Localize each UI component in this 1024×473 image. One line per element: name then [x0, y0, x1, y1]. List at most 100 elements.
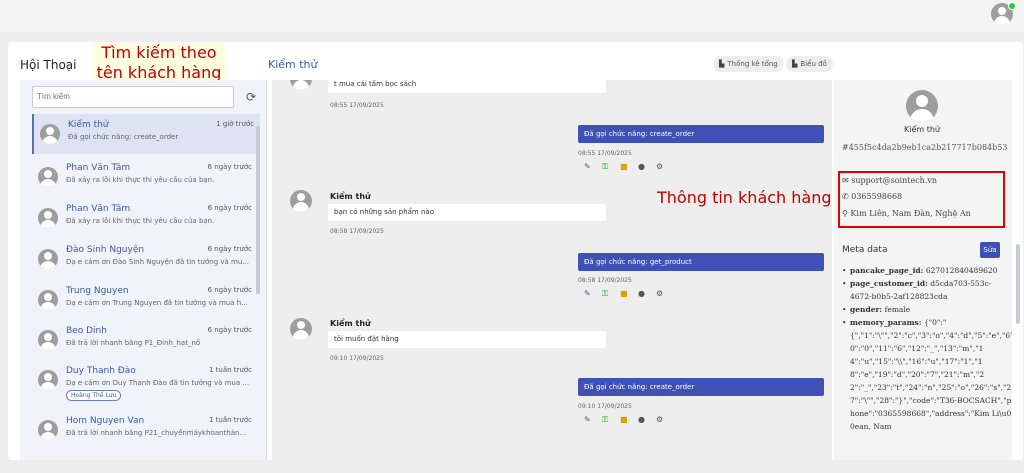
sidebar-scrollbar[interactable] — [256, 126, 260, 294]
conversation-name: Duy Thanh Đào — [66, 366, 136, 376]
message-time: 08:58 17/09/2025 — [578, 277, 632, 284]
stats-button-label: Thống kê tổng — [727, 60, 778, 68]
conversation-title: Kiểm thử — [268, 58, 318, 71]
message-time: 08:55 17/09/2025 — [330, 102, 384, 109]
avatar — [290, 80, 312, 90]
chat-panel: t mua cái tấm bọc sách 08:55 17/09/2025 … — [272, 80, 832, 460]
bar-chart-icon: ▙ — [792, 60, 798, 68]
page-title: Hội Thoại — [20, 58, 77, 72]
meta-item: page_customer_id: d5cda703-553c-4672-b0b… — [842, 277, 1012, 303]
chart-button[interactable]: ▙ Biểu đồ — [786, 56, 833, 72]
conversation-list: ⟳ Kiểm thử 1 giờ trước Đã gọi chức năng:… — [20, 80, 267, 460]
meta-value: female — [884, 305, 911, 314]
key-icon[interactable]: ⚿ — [602, 415, 620, 425]
assignee-tag: Hoàng Thế Lưu — [66, 390, 122, 401]
stats-button[interactable]: ▙ Thống kê tổng — [713, 56, 784, 72]
conversation-preview: Dạ e cảm ơn Trung Nguyen đã tin tưởng và… — [66, 299, 248, 307]
conversation-item[interactable]: Kiểm thử 1 giờ trước Đã gọi chức năng: c… — [32, 114, 260, 154]
message-time: 08:58 17/09/2025 — [330, 228, 384, 235]
conversation-time: 6 ngày trước — [207, 204, 252, 212]
conversation-item[interactable]: Duy Thanh Đào 1 tuần trước Dạ e cảm ơn D… — [32, 360, 258, 406]
avatar — [38, 420, 58, 440]
gear-icon[interactable]: ⚙ — [656, 289, 674, 298]
conversation-preview: Đã trả lời nhanh bằng P1_Đinh_hạt_nổ — [66, 339, 201, 347]
customer-name: Kiểm thử — [903, 125, 940, 134]
bot-message-bubble: Đã gọi chức năng: get_product — [578, 253, 824, 271]
meta-key: gender: — [850, 305, 883, 314]
chat-icon[interactable]: ● — [638, 289, 656, 298]
conversation-name: Đào Sinh Nguyện — [66, 245, 145, 255]
meta-list: pancake_page_id: 627012840489620 page_cu… — [842, 264, 1012, 433]
avatar — [38, 290, 58, 310]
customer-avatar — [906, 90, 938, 122]
meta-title: Meta data — [842, 245, 888, 255]
gear-icon[interactable]: ⚙ — [656, 162, 674, 171]
top-bar — [0, 0, 1024, 32]
conversation-name: Trung Nguyen — [66, 286, 129, 296]
message-time: 09:10 17/09/2025 — [330, 355, 384, 362]
avatar — [38, 370, 58, 390]
meta-item: memory_params: {"0":"{","1":"\"","2":"c"… — [842, 316, 1012, 433]
trash-icon[interactable]: ■ — [620, 289, 638, 298]
message-actions: ✎ ⚿ ■ ● ⚙ — [584, 162, 674, 172]
conversation-preview: Đã trả lời nhanh bằng P21_chuyểnmáykhoan… — [66, 429, 247, 437]
trash-icon[interactable]: ■ — [620, 162, 638, 171]
conversation-item[interactable]: Beo Dinh 6 ngày trước Đã trả lời nhanh b… — [32, 320, 258, 360]
meta-key: pancake_page_id: — [850, 266, 924, 275]
conversation-time: 1 tuần trước — [208, 416, 252, 424]
edit-meta-button[interactable]: Sửa — [980, 242, 1000, 258]
trash-icon[interactable]: ■ — [620, 415, 638, 424]
search-annotation: Tìm kiếm theo tên khách hàng — [93, 43, 225, 85]
chat-icon[interactable]: ● — [638, 415, 656, 424]
key-icon[interactable]: ⚿ — [602, 289, 620, 299]
avatar — [38, 167, 58, 187]
conversation-item[interactable]: Phan Văn Tâm 6 ngày trước Đã xảy ra lỗi … — [32, 157, 258, 197]
message-time: 08:55 17/09/2025 — [578, 150, 632, 157]
avatar — [38, 249, 58, 269]
conversation-time: 1 tuần trước — [208, 366, 252, 374]
conversation-time: 6 ngày trước — [207, 245, 252, 253]
meta-value: {"0":"{","1":"\"","2":"c","3":"o","4":"d… — [850, 318, 1012, 431]
conversation-name: Beo Dinh — [66, 326, 107, 336]
conversation-time: 6 ngày trước — [207, 163, 252, 171]
meta-item: gender: female — [842, 303, 1012, 316]
search-annotation-line1: Tìm kiếm theo — [101, 43, 217, 62]
conversation-item[interactable]: Trung Nguyen 6 ngày trước Dạ e cảm ơn Tr… — [32, 280, 258, 320]
avatar — [290, 190, 312, 212]
customer-panel-scrollbar[interactable] — [1016, 244, 1020, 324]
chart-button-label: Biểu đồ — [800, 60, 827, 68]
pencil-icon[interactable]: ✎ — [584, 415, 602, 424]
search-input[interactable] — [32, 86, 234, 108]
pencil-icon[interactable]: ✎ — [584, 162, 602, 171]
conversation-item[interactable]: Phan Văn Tâm 6 ngày trước Đã xảy ra lỗi … — [32, 198, 258, 238]
conversation-name: Hom Nguyen Van — [66, 416, 145, 426]
key-icon[interactable]: ⚿ — [602, 162, 620, 172]
conversation-name: Kiểm thử — [68, 120, 109, 130]
user-message-bubble: tôi muốn đặt hàng — [328, 331, 606, 348]
conversation-preview: Dạ e cảm ơn Duy Thanh Đào đã tin tưởng v… — [66, 379, 250, 387]
meta-item: pancake_page_id: 627012840489620 — [842, 264, 1012, 277]
conversation-item[interactable]: Hom Nguyen Van 1 tuần trước Đã trả lời n… — [32, 410, 258, 450]
bar-chart-icon: ▙ — [719, 60, 725, 68]
conversation-preview: Đã xảy ra lỗi khi thực thi yêu cầu của b… — [66, 217, 215, 225]
pencil-icon[interactable]: ✎ — [584, 289, 602, 298]
chat-icon[interactable]: ● — [638, 162, 656, 171]
customer-info-highlight — [838, 171, 1005, 228]
meta-key: memory_params: — [850, 318, 922, 327]
gear-icon[interactable]: ⚙ — [656, 415, 674, 424]
user-message-bubble: bạn có những sản phẩm nào — [328, 204, 606, 221]
avatar — [40, 124, 60, 144]
conversation-item[interactable]: Đào Sinh Nguyện 6 ngày trước Dạ e cảm ơn… — [32, 239, 258, 279]
conversation-name: Phan Văn Tâm — [66, 204, 131, 214]
bot-message-bubble: Đã gọi chức năng: create_order — [578, 378, 824, 396]
meta-value: 627012840489620 — [925, 266, 998, 275]
refresh-icon[interactable]: ⟳ — [246, 90, 256, 104]
message-time: 09:10 17/09/2025 — [578, 403, 632, 410]
conversation-preview: Đã xảy ra lỗi khi thực thi yêu cầu của b… — [66, 176, 215, 184]
message-actions: ✎ ⚿ ■ ● ⚙ — [584, 289, 674, 299]
online-status-dot — [1008, 2, 1016, 10]
conversation-name: Phan Văn Tâm — [66, 163, 131, 173]
meta-key: page_customer_id: — [850, 279, 928, 288]
avatar — [38, 330, 58, 350]
message-actions: ✎ ⚿ ■ ● ⚙ — [584, 415, 674, 425]
